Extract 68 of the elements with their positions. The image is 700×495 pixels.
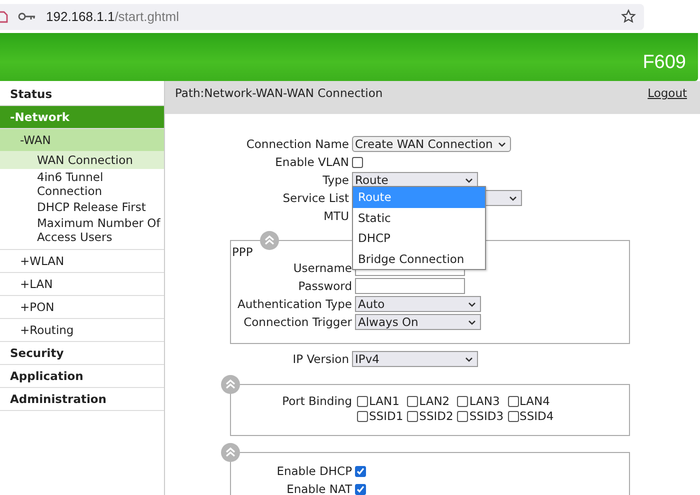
caret-icon — [509, 196, 517, 200]
sidebar-item[interactable]: Maximum Number Of Access Users — [0, 215, 164, 245]
checkbox[interactable] — [508, 410, 519, 422]
sidebar-item[interactable]: Administration — [0, 388, 164, 411]
breadcrumb-path: Path:Network-WAN-WAN Connection — [175, 86, 383, 102]
checkbox-label: LAN1 — [369, 394, 400, 408]
sidebar-item[interactable]: Application — [0, 365, 164, 388]
sidebar-item[interactable]: +WLAN — [0, 250, 164, 273]
dropdown-option[interactable]: Static — [353, 208, 485, 228]
dropdown-field[interactable]: IPv4 — [352, 351, 478, 367]
field-label: Username — [292, 261, 352, 275]
model-name: F609 — [642, 52, 686, 74]
panel-title: PPP — [232, 245, 253, 259]
sidebar-item[interactable]: WAN Connection — [0, 151, 164, 169]
dropdown-field[interactable]: Always On — [355, 314, 481, 330]
field-label: Authentication Type — [236, 297, 352, 311]
logout-link[interactable]: Logout — [648, 86, 687, 114]
checkbox[interactable] — [355, 466, 366, 476]
checkbox[interactable] — [407, 410, 418, 422]
sidebar-item[interactable]: +LAN — [0, 273, 164, 296]
key-icon — [18, 12, 36, 21]
checkbox[interactable] — [357, 396, 368, 406]
field-label: Type — [322, 173, 349, 187]
field-label: Service List — [282, 191, 349, 205]
checkbox[interactable] — [457, 396, 468, 406]
checkbox[interactable] — [407, 396, 418, 406]
caret-icon — [465, 356, 473, 362]
sidebar-item[interactable]: +Routing — [0, 319, 164, 342]
field-label: Connection Name — [245, 137, 349, 151]
caret-icon — [465, 178, 473, 182]
sidebar-item[interactable]: DHCP Release First — [0, 199, 164, 215]
checkbox[interactable] — [352, 156, 363, 168]
field-label: IP Version — [292, 352, 349, 366]
checkbox-label: SSID4 — [520, 409, 554, 423]
star-icon[interactable] — [621, 9, 636, 24]
dropdown-option[interactable]: Bridge Connection — [353, 248, 485, 269]
checkbox[interactable] — [355, 484, 366, 494]
sidebar-item[interactable]: -WAN — [0, 129, 164, 151]
field-label: Enable DHCP — [276, 464, 352, 478]
checkbox[interactable] — [508, 396, 519, 406]
field-label: Port Binding — [281, 394, 352, 408]
caret-icon — [468, 320, 476, 324]
checkbox-label: SSID3 — [469, 409, 504, 423]
checkbox-label: LAN4 — [520, 394, 550, 408]
sidebar-item[interactable]: 4in6 Tunnel Connection — [0, 169, 164, 199]
sidebar-item[interactable]: -Network — [0, 106, 164, 129]
sidebar-item[interactable]: +PON — [0, 296, 164, 319]
field-label: Connection Trigger — [242, 315, 352, 329]
field-label: MTU — [322, 209, 349, 223]
checkbox-label: LAN3 — [469, 394, 500, 408]
page-icon — [0, 10, 8, 24]
checkbox-label: LAN2 — [419, 394, 450, 408]
checkbox-label: SSID1 — [369, 409, 404, 423]
field-label: Enable NAT — [286, 482, 352, 495]
caret-icon — [498, 142, 506, 146]
dropdown-option[interactable]: DHCP — [353, 228, 485, 248]
checkbox[interactable] — [457, 410, 468, 422]
input-field[interactable] — [355, 278, 465, 294]
field-label: Enable VLAN — [274, 155, 349, 169]
checkbox[interactable] — [357, 410, 368, 422]
dropdown-field[interactable]: Auto — [355, 296, 481, 312]
sidebar-item[interactable]: Security — [0, 342, 164, 365]
dropdown-field[interactable]: Create WAN Connection — [352, 136, 511, 152]
field-label: Password — [297, 279, 352, 293]
caret-icon — [468, 302, 476, 306]
checkbox-label: SSID2 — [419, 409, 454, 423]
address-bar[interactable]: 192.168.1.1/start.ghtml — [0, 4, 644, 30]
url-text: 192.168.1.1/start.ghtml — [46, 9, 180, 24]
